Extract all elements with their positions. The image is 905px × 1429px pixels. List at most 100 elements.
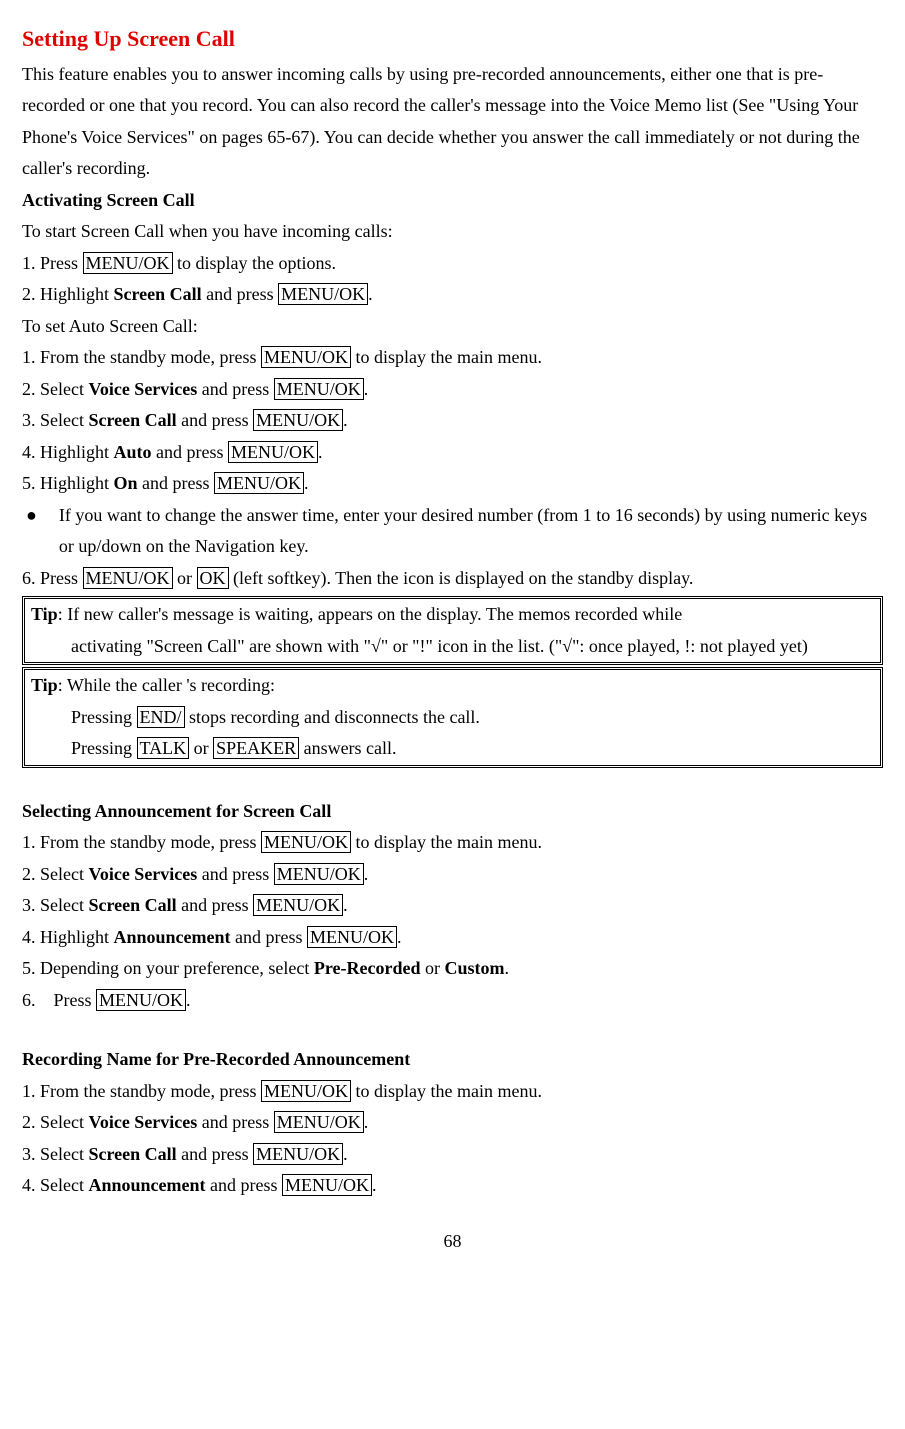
text: 6. Press (22, 568, 83, 588)
text: and press (197, 379, 273, 399)
text: and press (202, 284, 278, 304)
bullet-item: ● If you want to change the answer time,… (22, 500, 883, 563)
key-menuok: MENU/OK (274, 1111, 364, 1133)
text: 1. Press (22, 253, 83, 273)
dot: . (368, 284, 373, 304)
dot: . (364, 379, 369, 399)
bold-text: Screen Call (88, 410, 176, 430)
sec3-step1: 1. From the standby mode, press MENU/OK … (22, 1076, 883, 1108)
tip-text: : If new caller's message is waiting, ap… (58, 599, 683, 631)
key-menuok: MENU/OK (274, 378, 364, 400)
tip-label: Tip (31, 670, 58, 702)
sec3-step2: 2. Select Voice Services and press MENU/… (22, 1107, 883, 1139)
bullet-icon: ● (26, 500, 59, 532)
sec1-line2: To set Auto Screen Call: (22, 311, 883, 343)
sec1-line1: To start Screen Call when you have incom… (22, 216, 883, 248)
dot: . (372, 1175, 377, 1195)
text: 1. From the standby mode, press (22, 1081, 261, 1101)
dot: . (186, 990, 191, 1010)
sec1-heading: Activating Screen Call (22, 185, 883, 217)
text: (left softkey). Then the icon is display… (229, 568, 694, 588)
sec1-auto-step4: 4. Highlight Auto and press MENU/OK. (22, 437, 883, 469)
text: 2. Select (22, 379, 88, 399)
text: and press (231, 927, 307, 947)
text: 3. Select (22, 410, 88, 430)
key-menuok: MENU/OK (261, 831, 351, 853)
sec2-step3: 3. Select Screen Call and press MENU/OK. (22, 890, 883, 922)
text: and press (177, 895, 253, 915)
text: Pressing (71, 707, 137, 727)
sec1-auto-step6: 6. Press MENU/OK or OK (left softkey). T… (22, 563, 883, 595)
text: or (189, 738, 213, 758)
key-menuok: MENU/OK (214, 472, 304, 494)
text: answers call. (299, 738, 396, 758)
sec2-step6: 6. Press MENU/OK. (22, 985, 883, 1017)
dot: . (318, 442, 323, 462)
sec1-step2: 2. Highlight Screen Call and press MENU/… (22, 279, 883, 311)
sec2-step5: 5. Depending on your preference, select … (22, 953, 883, 985)
key-menuok: MENU/OK (278, 283, 368, 305)
text: 4. Select (22, 1175, 88, 1195)
key-menuok: MENU/OK (83, 567, 173, 589)
text: 3. Select (22, 895, 88, 915)
text: to display the main menu. (351, 1081, 542, 1101)
key-menuok: MENU/OK (261, 1080, 351, 1102)
bold-text: Announcement (114, 927, 231, 947)
text: 1. From the standby mode, press (22, 832, 261, 852)
bold-text: Screen Call (88, 1144, 176, 1164)
text: 1. From the standby mode, press (22, 347, 261, 367)
text: stops recording and disconnects the call… (185, 707, 480, 727)
text: and press (152, 442, 228, 462)
text: 5. Highlight (22, 473, 114, 493)
sec3-step4: 4. Select Announcement and press MENU/OK… (22, 1170, 883, 1202)
text: 4. Highlight (22, 442, 114, 462)
bold-text: Screen Call (114, 284, 202, 304)
key-ok: OK (197, 567, 229, 589)
sec2-step2: 2. Select Voice Services and press MENU/… (22, 859, 883, 891)
key-talk: TALK (137, 737, 190, 759)
dot: . (397, 927, 402, 947)
sec2-step1: 1. From the standby mode, press MENU/OK … (22, 827, 883, 859)
sec3-heading: Recording Name for Pre-Recorded Announce… (22, 1044, 883, 1076)
bold-text: Voice Services (88, 1112, 197, 1132)
tip-label: Tip (31, 599, 58, 631)
dot: . (505, 958, 510, 978)
text: 6. Press (22, 990, 96, 1010)
page-title: Setting Up Screen Call (22, 20, 883, 59)
text: 3. Select (22, 1144, 88, 1164)
sec1-auto-step5: 5. Highlight On and press MENU/OK. (22, 468, 883, 500)
text: 4. Highlight (22, 927, 114, 947)
tip-box-1: Tip: If new caller's message is waiting,… (22, 596, 883, 665)
key-end: END/ (137, 706, 185, 728)
sec2-heading: Selecting Announcement for Screen Call (22, 796, 883, 828)
key-menuok: MENU/OK (253, 1143, 343, 1165)
bold-text: On (114, 473, 138, 493)
text: and press (206, 1175, 282, 1195)
sec2-step4: 4. Highlight Announcement and press MENU… (22, 922, 883, 954)
key-menuok: MENU/OK (282, 1174, 372, 1196)
key-speaker: SPEAKER (213, 737, 299, 759)
text: 5. Depending on your preference, select (22, 958, 314, 978)
text: 2. Highlight (22, 284, 114, 304)
key-menuok: MENU/OK (253, 894, 343, 916)
sec1-auto-step1: 1. From the standby mode, press MENU/OK … (22, 342, 883, 374)
bold-text: Auto (114, 442, 152, 462)
text: 2. Select (22, 1112, 88, 1132)
text: to display the main menu. (351, 832, 542, 852)
key-menuok: MENU/OK (96, 989, 186, 1011)
bold-text: Screen Call (88, 895, 176, 915)
dot: . (343, 410, 348, 430)
text: to display the options. (173, 253, 337, 273)
sec1-auto-step2: 2. Select Voice Services and press MENU/… (22, 374, 883, 406)
dot: . (343, 1144, 348, 1164)
bold-text: Voice Services (88, 379, 197, 399)
sec1-auto-step3: 3. Select Screen Call and press MENU/OK. (22, 405, 883, 437)
bullet-text: If you want to change the answer time, e… (59, 500, 883, 563)
dot: . (343, 895, 348, 915)
text: Pressing (71, 738, 137, 758)
key-menuok: MENU/OK (83, 252, 173, 274)
tip-text: activating "Screen Call" are shown with … (31, 631, 874, 663)
bold-text: Custom (445, 958, 505, 978)
tip-line: Pressing END/ stops recording and discon… (31, 702, 874, 734)
page-number: 68 (22, 1226, 883, 1258)
